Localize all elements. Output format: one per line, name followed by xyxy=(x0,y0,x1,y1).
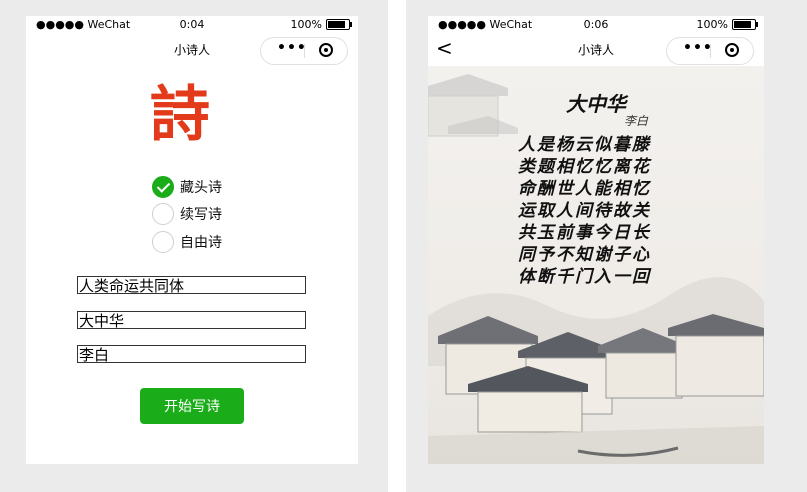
more-icon[interactable]: ••• xyxy=(277,40,307,56)
mode-option-free[interactable]: 自由诗 xyxy=(152,231,222,253)
mode-label: 自由诗 xyxy=(180,235,222,251)
battery-icon xyxy=(732,19,758,30)
radio-unchecked-icon[interactable] xyxy=(152,203,174,225)
capsule-divider xyxy=(304,44,305,58)
poem-logo: 詩 xyxy=(150,80,210,150)
poem-line: 体断千门入一回 xyxy=(518,267,651,287)
left-screenshot-panel: ●●●●● WeChat 0:04 100% 小诗人 ••• 詩 藏头诗 续写诗 xyxy=(0,0,388,492)
right-phone-screen: ●●●●● WeChat 0:06 100% < 小诗人 ••• 大中华 李白 … xyxy=(428,16,764,464)
battery-percent: 100% xyxy=(290,18,322,31)
battery-percent: 100% xyxy=(696,18,728,31)
mode-label: 藏头诗 xyxy=(180,180,222,196)
more-icon[interactable]: ••• xyxy=(683,40,713,56)
poem-title: 大中华 xyxy=(566,92,626,116)
close-target-icon[interactable] xyxy=(725,43,739,57)
nav-bar: < 小诗人 ••• xyxy=(428,34,764,66)
battery-indicator: 100% xyxy=(290,18,352,31)
mode-option-acrostic[interactable]: 藏头诗 xyxy=(152,176,222,198)
left-phone-screen: ●●●●● WeChat 0:04 100% 小诗人 ••• 詩 藏头诗 续写诗 xyxy=(26,16,358,464)
author-input[interactable] xyxy=(77,345,306,363)
mode-label: 续写诗 xyxy=(180,207,222,223)
theme-input[interactable] xyxy=(77,276,306,294)
mini-program-capsule: ••• xyxy=(666,37,754,65)
mode-option-continue[interactable]: 续写诗 xyxy=(152,203,222,225)
right-screenshot-panel: ●●●●● WeChat 0:06 100% < 小诗人 ••• 大中华 李白 … xyxy=(406,0,807,492)
status-bar: ●●●●● WeChat 0:06 100% xyxy=(428,16,764,34)
poem-author: 李白 xyxy=(624,114,649,128)
close-target-icon[interactable] xyxy=(319,43,333,57)
title-input[interactable] xyxy=(77,311,306,329)
radio-unchecked-icon[interactable] xyxy=(152,231,174,253)
status-bar: ●●●●● WeChat 0:04 100% xyxy=(26,16,358,34)
nav-bar: 小诗人 ••• xyxy=(26,34,358,66)
battery-icon xyxy=(326,19,352,30)
radio-checked-icon[interactable] xyxy=(152,176,174,198)
mini-program-capsule: ••• xyxy=(260,37,348,65)
battery-indicator: 100% xyxy=(696,18,758,31)
capsule-divider xyxy=(710,44,711,58)
start-writing-button[interactable]: 开始写诗 xyxy=(140,388,244,424)
